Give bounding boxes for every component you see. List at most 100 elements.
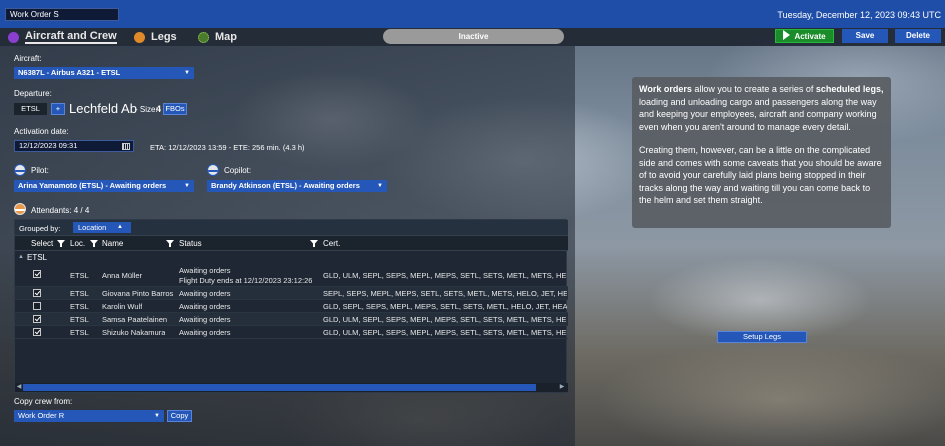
row-cert: GLD, SEPL, SEPS, MEPL, MEPS, SETL, SETS,… xyxy=(323,302,567,311)
chevron-down-icon: ▼ xyxy=(154,413,160,419)
setup-legs-button[interactable]: Setup Legs xyxy=(717,331,807,343)
col-name[interactable]: Name xyxy=(102,239,123,248)
aircraft-label: Aircraft: xyxy=(14,54,42,63)
row-status: Awaiting orders xyxy=(179,266,231,275)
filter-icon[interactable] xyxy=(57,240,65,247)
activate-button[interactable]: Activate xyxy=(775,29,834,43)
row-status: Awaiting orders xyxy=(179,302,231,311)
attendants-icon xyxy=(14,203,26,215)
scroll-left-icon[interactable]: ◀ xyxy=(15,383,23,392)
row-loc: ETSL xyxy=(70,302,89,311)
row-name: Samsa Paatelainen xyxy=(102,315,168,324)
copilot-select[interactable]: Brandy Atkinson (ETSL) - Awaiting orders… xyxy=(207,180,387,192)
filter-icon[interactable] xyxy=(166,240,174,247)
pilot-select[interactable]: Arina Yamamoto (ETSL) - Awaiting orders … xyxy=(14,180,194,192)
grouped-by-label: Grouped by: xyxy=(19,224,61,233)
expand-icon[interactable]: ▲ xyxy=(18,254,24,260)
info-paragraph-2: Creating them, however, can be a little … xyxy=(639,145,882,205)
info-text: loading and unloading cargo and passenge… xyxy=(639,96,877,132)
table-row[interactable]: ETSL Samsa Paatelainen Awaiting orders G… xyxy=(15,313,568,326)
row-checkbox[interactable] xyxy=(33,270,41,278)
chevron-down-icon: ▼ xyxy=(184,183,190,189)
row-status: Awaiting orders xyxy=(179,315,231,324)
aircraft-select[interactable]: N6387L - Airbus A321 - ETSL ▼ xyxy=(14,67,194,79)
chevron-down-icon: ▼ xyxy=(377,183,383,189)
info-paragraph-1: Work orders allow you to create a series… xyxy=(639,83,884,133)
departure-label: Departure: xyxy=(14,89,52,98)
row-name: Anna Müller xyxy=(102,271,143,280)
scroll-thumb[interactable] xyxy=(23,384,536,391)
row-cert: GLD, ULM, SEPL, SEPS, MEPL, MEPS, SETL, … xyxy=(323,315,567,324)
sort-up-icon: ▲ xyxy=(117,224,123,230)
tab-label: Map xyxy=(215,31,237,43)
copy-crew-label: Copy crew from: xyxy=(14,397,73,406)
globe-icon xyxy=(198,31,209,43)
eta-ete-text: ETA: 12/12/2023 13:59 - ETE: 256 min. (4… xyxy=(150,143,305,152)
copilot-icon xyxy=(207,164,219,176)
filter-icon[interactable] xyxy=(90,240,98,247)
row-checkbox[interactable] xyxy=(33,315,41,323)
size-prefix: - Size: xyxy=(135,105,158,114)
group-row-etsl[interactable]: ▲ ETSL xyxy=(15,252,568,264)
row-cert: SEPL, SEPS, MEPL, MEPS, SETL, SETS, METL… xyxy=(323,289,567,298)
datetime-label: Tuesday, December 12, 2023 09:43 UTC xyxy=(777,10,941,20)
copilot-label: Copilot: xyxy=(224,166,252,175)
copy-crew-value: Work Order R xyxy=(18,411,65,420)
horizontal-scrollbar[interactable]: ◀ ▶ xyxy=(15,383,568,392)
col-cert[interactable]: Cert. xyxy=(323,239,340,248)
legs-icon xyxy=(134,31,145,43)
row-checkbox[interactable] xyxy=(33,302,41,310)
scroll-right-icon[interactable]: ▶ xyxy=(558,383,566,392)
copy-button[interactable]: Copy xyxy=(167,410,192,422)
row-loc: ETSL xyxy=(70,315,89,324)
save-button[interactable]: Save xyxy=(842,29,888,43)
play-icon xyxy=(783,30,791,40)
attendants-grid: Grouped by: Location ▲ Select Loc. Name … xyxy=(14,219,568,393)
row-name: Giovana Pinto Barros xyxy=(102,289,174,298)
activation-date-input[interactable]: 12/12/2023 09:31 xyxy=(14,140,134,152)
fbos-button[interactable]: FBOs xyxy=(163,103,187,115)
aircraft-crew-icon xyxy=(8,31,19,43)
activation-date-value: 12/12/2023 09:31 xyxy=(19,141,78,150)
table-row[interactable]: ETSL Shizuko Nakamura Awaiting orders GL… xyxy=(15,326,568,339)
col-select[interactable]: Select xyxy=(31,239,53,248)
row-status-detail: Flight Duty ends at 12/12/2023 23:12:26 xyxy=(179,276,313,285)
aircraft-value: N6387L - Airbus A321 - ETSL xyxy=(18,68,121,77)
row-name: Karolin Wulf xyxy=(102,302,143,311)
row-checkbox[interactable] xyxy=(33,328,41,336)
table-row[interactable]: ETSL Karolin Wulf Awaiting orders GLD, S… xyxy=(15,300,568,313)
copy-crew-select[interactable]: Work Order R ▼ xyxy=(14,410,164,422)
add-departure-button[interactable]: + xyxy=(51,103,65,115)
activation-date-label: Activation date: xyxy=(14,127,69,136)
table-row[interactable]: ETSL Giovana Pinto Barros Awaiting order… xyxy=(15,287,568,300)
info-text: allow you to create a series of xyxy=(691,84,816,94)
status-badge: Inactive xyxy=(383,29,564,44)
row-loc: ETSL xyxy=(70,289,89,298)
group-by-bar: Grouped by: Location ▲ xyxy=(15,220,568,236)
pilot-label: Pilot: xyxy=(31,166,49,175)
delete-button[interactable]: Delete xyxy=(895,29,941,43)
work-order-name-input[interactable]: Work Order S xyxy=(5,8,119,21)
col-loc[interactable]: Loc. xyxy=(70,239,85,248)
chevron-down-icon: ▼ xyxy=(184,70,190,76)
group-name: ETSL xyxy=(27,253,48,262)
tab-map[interactable]: Map xyxy=(198,30,237,44)
pilot-value: Arina Yamamoto (ETSL) - Awaiting orders xyxy=(18,181,167,190)
group-chip-location[interactable]: Location ▲ xyxy=(73,222,131,233)
info-bold-work-orders: Work orders xyxy=(639,84,692,94)
calendar-icon[interactable] xyxy=(122,143,130,150)
row-checkbox[interactable] xyxy=(33,289,41,297)
row-loc: ETSL xyxy=(70,328,89,337)
col-status[interactable]: Status xyxy=(179,239,202,248)
row-status: Awaiting orders xyxy=(179,289,231,298)
table-row[interactable]: ETSL Anna Müller Awaiting orders Flight … xyxy=(15,265,568,287)
row-loc: ETSL xyxy=(70,271,89,280)
tab-label: Legs xyxy=(151,31,177,43)
copilot-value: Brandy Atkinson (ETSL) - Awaiting orders xyxy=(211,181,360,190)
attendants-count: Attendants: 4 / 4 xyxy=(31,206,90,215)
tab-aircraft-and-crew[interactable]: Aircraft and Crew xyxy=(8,30,117,44)
filter-icon[interactable] xyxy=(310,240,318,247)
tab-legs[interactable]: Legs xyxy=(134,30,177,44)
info-bold-scheduled-legs: scheduled legs, xyxy=(815,84,884,94)
work-orders-info-panel: Work orders allow you to create a series… xyxy=(632,77,891,228)
